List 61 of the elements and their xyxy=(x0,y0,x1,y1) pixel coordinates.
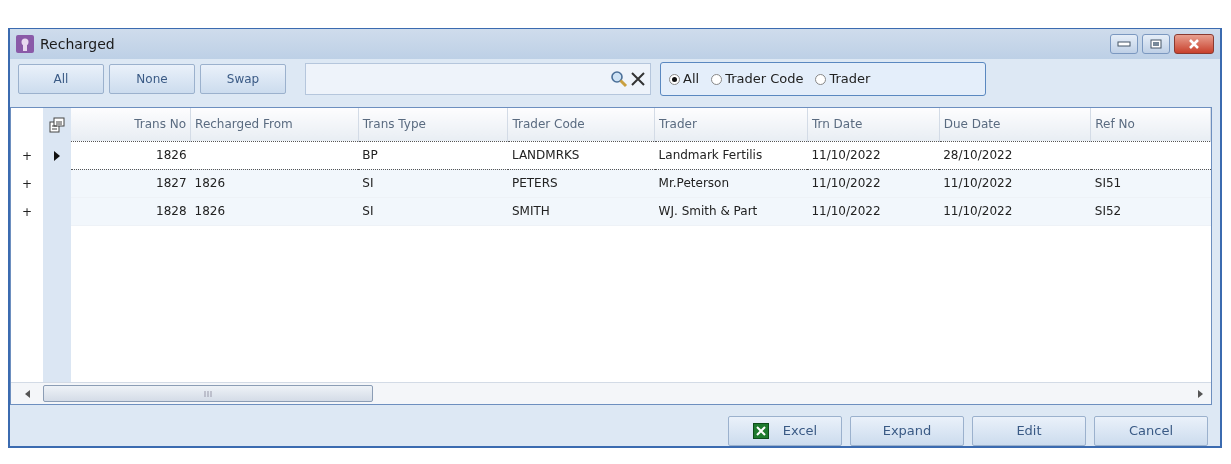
table-cell: Mr.Peterson xyxy=(654,169,808,197)
expand-toggle[interactable]: + xyxy=(21,203,32,221)
expand-toggle[interactable]: + xyxy=(21,175,32,193)
table-cell: Landmark Fertilis xyxy=(654,141,808,169)
scroll-thumb[interactable] xyxy=(43,385,373,402)
app-icon xyxy=(16,35,34,53)
close-icon xyxy=(1188,39,1200,49)
table-cell: 11/10/2022 xyxy=(807,141,940,169)
table-cell: 11/10/2022 xyxy=(807,197,940,225)
column-header[interactable]: Trader Code xyxy=(507,108,655,141)
spreadsheet-icon xyxy=(752,423,769,439)
horizontal-scrollbar[interactable] xyxy=(11,382,1211,404)
search-field[interactable] xyxy=(305,63,651,95)
table-cell: 1827 xyxy=(70,169,191,197)
column-chooser-icon[interactable] xyxy=(48,117,65,133)
table-cell: 11/10/2022 xyxy=(939,197,1091,225)
select-button[interactable]: None xyxy=(109,64,195,94)
table-cell: PETERS xyxy=(507,169,655,197)
table-cell: SI xyxy=(358,197,508,225)
maximize-button[interactable] xyxy=(1142,34,1170,54)
table-cell: 1826 xyxy=(190,169,359,197)
column-header[interactable]: Due Date xyxy=(939,108,1091,141)
table-cell: SMITH xyxy=(507,197,655,225)
maximize-icon xyxy=(1150,39,1162,49)
select-button[interactable]: Swap xyxy=(200,64,286,94)
table-cell: LANDMRKS xyxy=(507,141,655,169)
table-cell: 11/10/2022 xyxy=(939,169,1091,197)
action-button[interactable]: Excel xyxy=(728,416,842,446)
minimize-button[interactable] xyxy=(1110,34,1138,54)
search-option-radio[interactable]: All xyxy=(669,69,700,89)
table-cell: 1828 xyxy=(70,197,191,225)
scroll-right-icon[interactable] xyxy=(1197,389,1203,398)
minimize-icon xyxy=(1117,41,1131,47)
table-cell: BP xyxy=(358,141,508,169)
column-header[interactable]: Trn Date xyxy=(807,108,940,141)
current-row-icon xyxy=(53,151,60,161)
action-button[interactable]: Expand xyxy=(850,416,964,446)
table-cell: 28/10/2022 xyxy=(939,141,1091,169)
search-option-radio[interactable]: Trader xyxy=(815,69,871,89)
table-cell: WJ. Smith & Part xyxy=(654,197,808,225)
column-header[interactable]: Trans Type xyxy=(358,108,508,141)
clear-icon[interactable] xyxy=(630,71,646,87)
close-button[interactable] xyxy=(1174,34,1214,54)
column-header[interactable]: Ref No xyxy=(1090,108,1211,141)
action-button[interactable]: Cancel xyxy=(1094,416,1208,446)
table-cell: 11/10/2022 xyxy=(807,169,940,197)
scroll-left-icon[interactable] xyxy=(25,389,31,398)
search-icon[interactable] xyxy=(610,70,628,88)
column-header[interactable]: Trader xyxy=(654,108,808,141)
table-cell: SI51 xyxy=(1090,169,1211,197)
action-button[interactable]: Edit xyxy=(972,416,1086,446)
table-cell: 1826 xyxy=(190,197,359,225)
table-cell: SI52 xyxy=(1090,197,1211,225)
expand-toggle[interactable]: + xyxy=(21,147,32,165)
table-cell: SI xyxy=(358,169,508,197)
column-header[interactable]: Trans No xyxy=(70,108,191,141)
table-cell: 1826 xyxy=(70,141,191,169)
search-option-radio[interactable]: Trader Code xyxy=(711,69,804,89)
select-button[interactable]: All xyxy=(18,64,104,94)
column-header[interactable]: Recharged From xyxy=(190,108,359,141)
window-title: Recharged xyxy=(40,34,115,54)
